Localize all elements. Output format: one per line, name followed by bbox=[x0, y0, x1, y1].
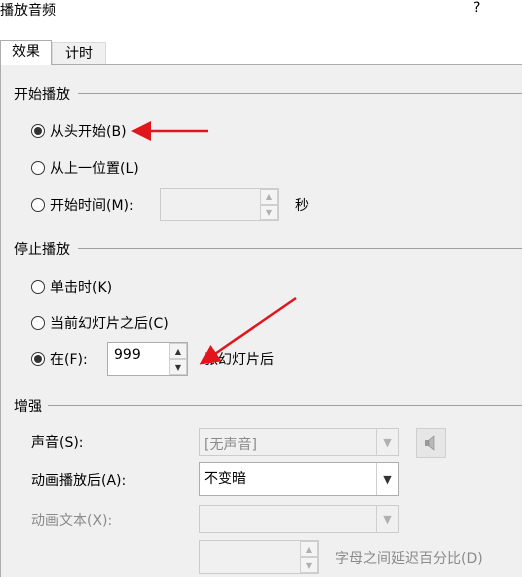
tab-effects[interactable]: 效果 bbox=[0, 40, 52, 65]
annotation-overlay bbox=[131, 121, 297, 365]
annotation-arrow-stop bbox=[199, 296, 297, 365]
